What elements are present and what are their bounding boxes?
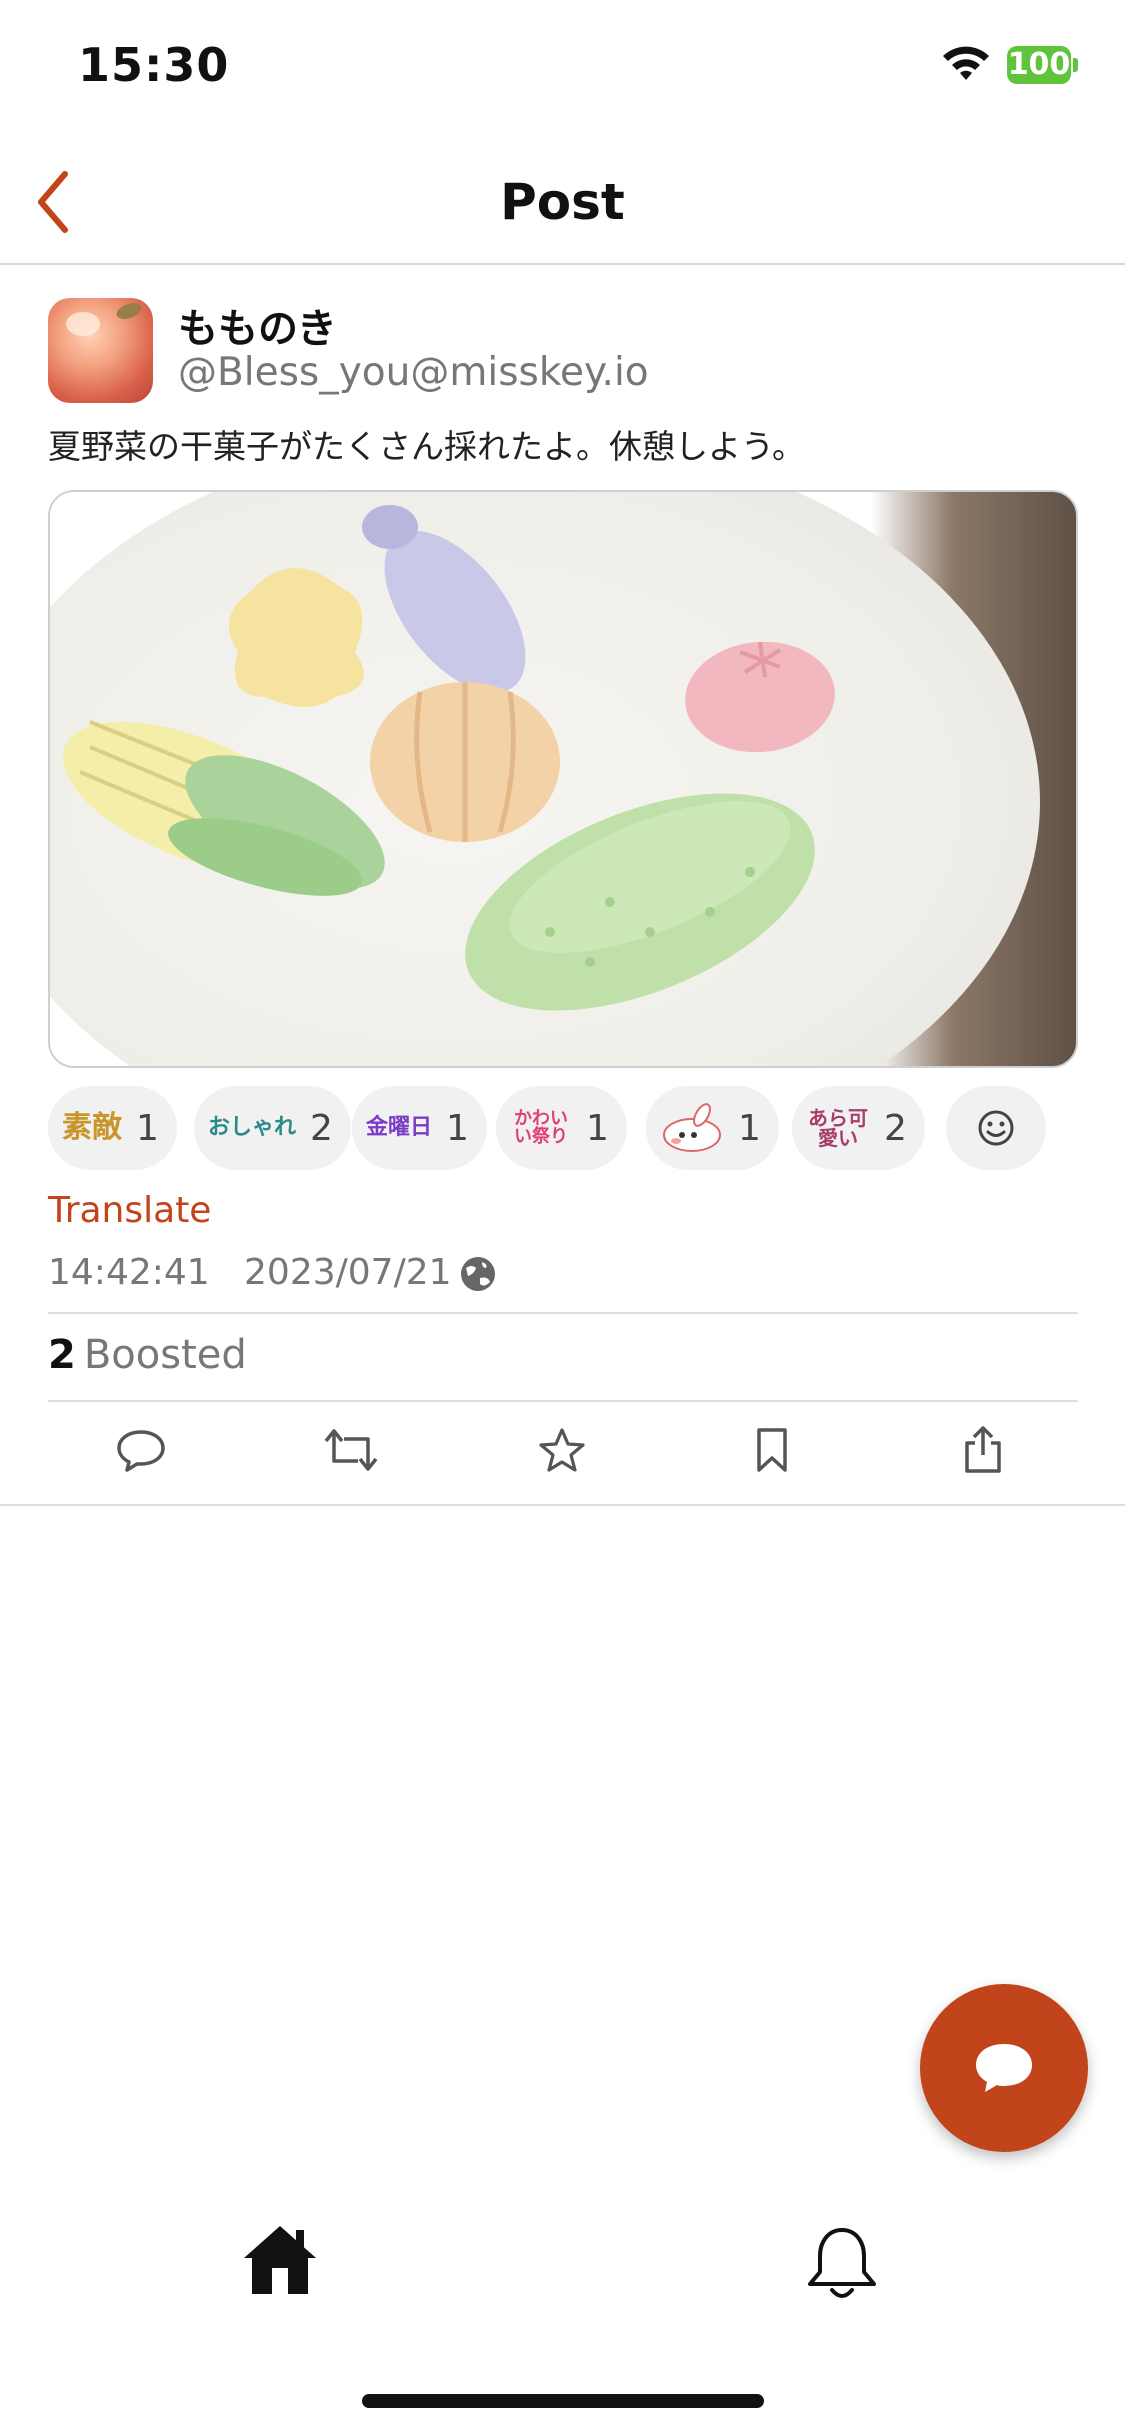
chevron-left-icon bbox=[38, 171, 68, 233]
chat-bubble-icon bbox=[976, 2044, 1032, 2092]
username[interactable]: @Bless_you@misskey.io bbox=[178, 350, 649, 395]
favorite-button[interactable] bbox=[532, 1420, 592, 1480]
reaction-count: 1 bbox=[586, 1107, 609, 1149]
custom-emoji: あら可愛い bbox=[808, 1106, 868, 1150]
reaction-chip[interactable]: かわいい祭り 1 bbox=[496, 1086, 627, 1170]
home-icon[interactable] bbox=[240, 2220, 320, 2300]
avatar[interactable] bbox=[48, 298, 153, 403]
status-time: 15:30 bbox=[78, 38, 230, 92]
reaction-count: 1 bbox=[738, 1107, 761, 1149]
battery-level: 100 bbox=[1007, 47, 1071, 82]
custom-emoji: かわいい祭り bbox=[514, 1108, 568, 1147]
post-image[interactable] bbox=[48, 490, 1078, 1068]
divider bbox=[48, 1400, 1078, 1402]
reaction-chip[interactable]: 金曜日 1 bbox=[352, 1086, 487, 1170]
share-button[interactable] bbox=[953, 1420, 1013, 1480]
bell-icon[interactable] bbox=[802, 2224, 882, 2304]
back-button[interactable] bbox=[18, 162, 88, 242]
reactions-bar: 素敵 1 おしゃれ 2 金曜日 1 かわいい祭り 1 1 あら可愛い 2 bbox=[48, 1086, 1088, 1172]
display-name[interactable]: もものき bbox=[178, 296, 337, 354]
reply-button[interactable] bbox=[111, 1420, 171, 1480]
reaction-chip[interactable]: 素敵 1 bbox=[48, 1086, 177, 1170]
post-date: 2023/07/21 bbox=[244, 1252, 452, 1293]
nav-bar: Post bbox=[0, 140, 1125, 265]
reaction-chip[interactable]: 1 bbox=[646, 1086, 779, 1170]
globe-icon bbox=[461, 1257, 495, 1291]
boost-count: 2 bbox=[48, 1332, 76, 1378]
translate-link[interactable]: Translate bbox=[48, 1190, 211, 1231]
compose-button[interactable] bbox=[920, 1984, 1088, 2152]
star-icon bbox=[539, 1428, 585, 1472]
bunny-emoji-icon bbox=[663, 1103, 721, 1152]
reply-icon bbox=[117, 1430, 165, 1472]
reaction-chip[interactable]: あら可愛い 2 bbox=[792, 1086, 925, 1170]
bookmark-button[interactable] bbox=[742, 1420, 802, 1480]
custom-emoji: おしゃれ bbox=[208, 1115, 297, 1140]
boost-label: Boosted bbox=[83, 1332, 247, 1378]
share-icon bbox=[965, 1426, 1001, 1473]
page-title: Post bbox=[500, 173, 625, 231]
wifi-icon bbox=[943, 46, 989, 80]
reaction-count: 1 bbox=[136, 1107, 159, 1149]
boost-summary[interactable]: 2 Boosted bbox=[48, 1332, 247, 1378]
renote-button[interactable] bbox=[321, 1420, 381, 1480]
status-bar: 15:30 100 bbox=[0, 0, 1125, 140]
divider bbox=[48, 1312, 1078, 1314]
bookmark-icon bbox=[757, 1428, 787, 1472]
smiley-icon bbox=[978, 1110, 1014, 1146]
post-time: 14:42:41 bbox=[48, 1252, 210, 1293]
reaction-count: 1 bbox=[446, 1107, 469, 1149]
divider bbox=[0, 1504, 1125, 1506]
battery-icon: 100 bbox=[1007, 46, 1079, 84]
post-actions bbox=[0, 1410, 1125, 1490]
renote-icon bbox=[324, 1429, 378, 1471]
post-text: 夏野菜の干菓子がたくさん採れたよ。休憩しよう。 bbox=[48, 427, 806, 466]
reaction-count: 2 bbox=[310, 1107, 333, 1149]
reaction-count: 2 bbox=[884, 1107, 907, 1149]
home-indicator bbox=[362, 2394, 764, 2408]
timestamp: 14:42:41 2023/07/21 bbox=[48, 1252, 452, 1293]
custom-emoji: 金曜日 bbox=[366, 1115, 433, 1140]
custom-emoji: 素敵 bbox=[62, 1110, 122, 1145]
add-reaction-button[interactable] bbox=[946, 1086, 1046, 1170]
reaction-chip[interactable]: おしゃれ 2 bbox=[194, 1086, 351, 1170]
